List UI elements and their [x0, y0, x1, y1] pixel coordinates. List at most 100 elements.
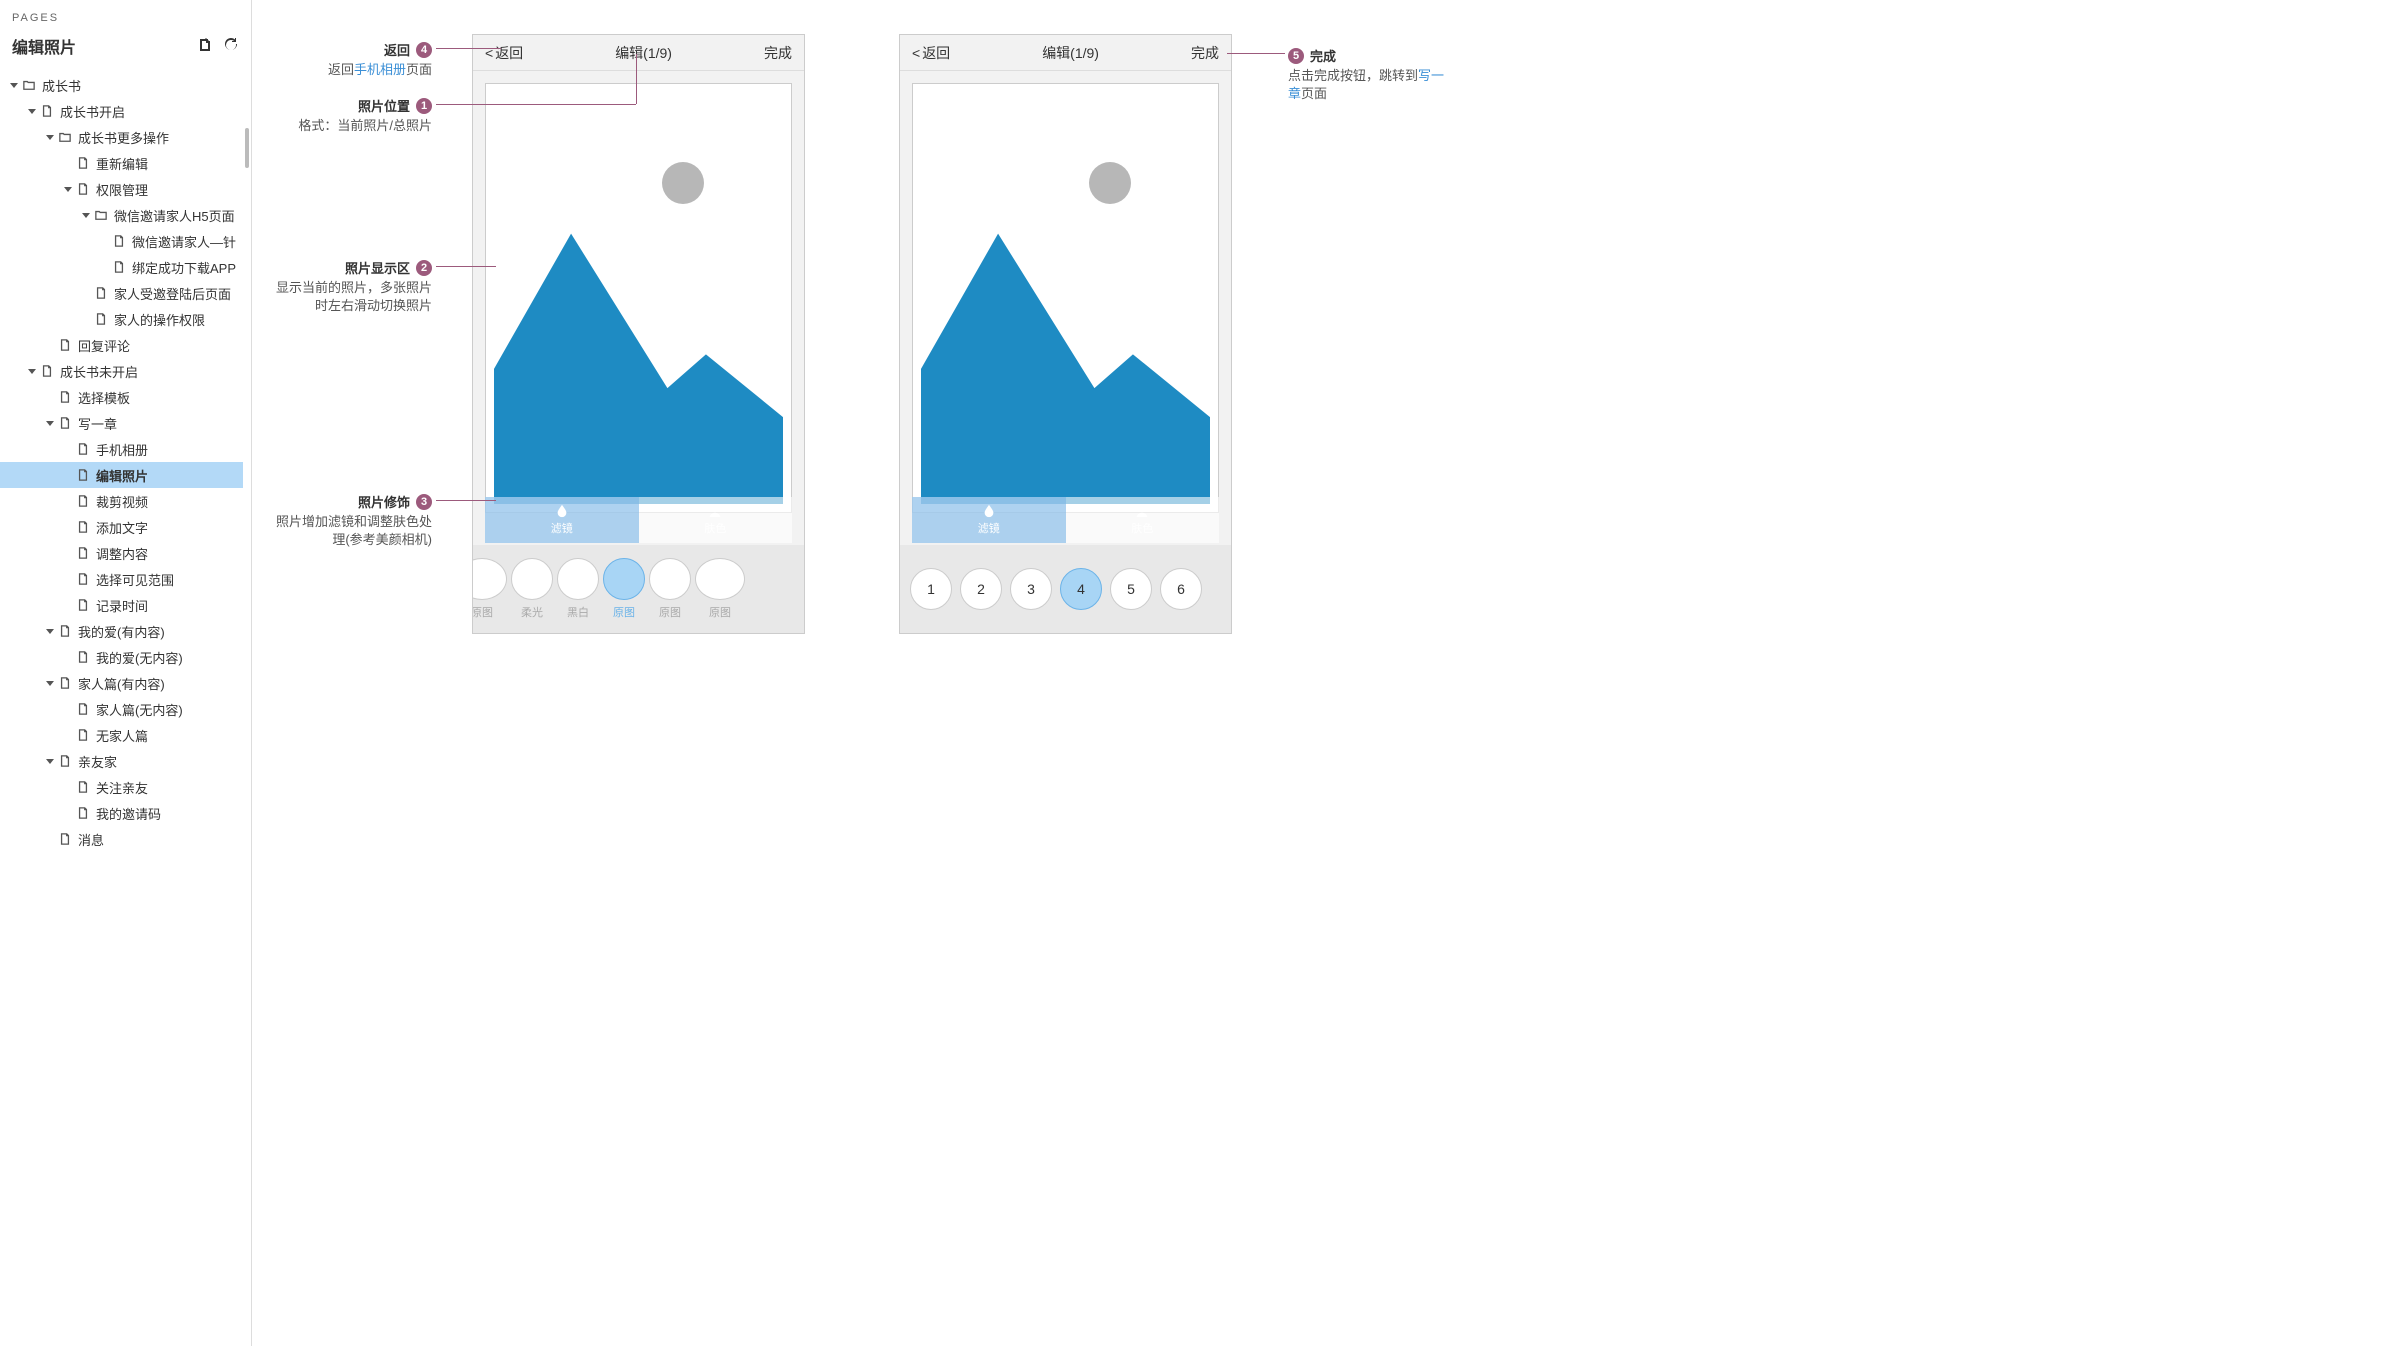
- tab-skin[interactable]: 肤色: [1066, 497, 1220, 543]
- page-icon: [76, 546, 90, 560]
- tree-item[interactable]: 消息: [0, 826, 243, 852]
- tree-item[interactable]: 成长书未开启: [0, 358, 243, 384]
- twisty-icon: [98, 235, 110, 247]
- twisty-icon[interactable]: [8, 79, 20, 91]
- page-icon: [58, 624, 72, 638]
- page-icon: [94, 312, 108, 326]
- skin-thumbnails[interactable]: 123456: [900, 545, 1231, 633]
- connector: [436, 500, 496, 501]
- twisty-icon[interactable]: [44, 417, 56, 429]
- annotation-title: 完成: [1310, 46, 1336, 65]
- tab-skin[interactable]: 肤色: [639, 497, 793, 543]
- tree-item[interactable]: 家人受邀登陆后页面: [0, 280, 243, 306]
- thumb-circle: 3: [1010, 568, 1052, 610]
- tree-item-label: 微信邀请家人H5页面: [114, 206, 235, 225]
- skin-thumb[interactable]: 1: [910, 568, 952, 610]
- back-button[interactable]: < 返回: [912, 43, 950, 63]
- twisty-icon[interactable]: [62, 183, 74, 195]
- done-button[interactable]: 完成: [1191, 43, 1219, 63]
- tree-item[interactable]: 家人的操作权限: [0, 306, 243, 332]
- page-icon: [58, 676, 72, 690]
- tree-item[interactable]: 我的爱(无内容): [0, 644, 243, 670]
- tree-item[interactable]: 我的邀请码: [0, 800, 243, 826]
- tab-filter[interactable]: 滤镜: [485, 497, 639, 543]
- share-icon[interactable]: [197, 37, 213, 56]
- filter-thumb[interactable]: 原图: [603, 558, 645, 620]
- filter-thumb[interactable]: 原图: [649, 558, 691, 620]
- tree-item[interactable]: 添加文字: [0, 514, 243, 540]
- thumb-circle: 4: [1060, 568, 1102, 610]
- skin-thumb[interactable]: 5: [1110, 568, 1152, 610]
- skin-thumb[interactable]: 4: [1060, 568, 1102, 610]
- tree-item-label: 家人受邀登陆后页面: [114, 284, 231, 303]
- skin-thumb[interactable]: 6: [1160, 568, 1202, 610]
- tree-item-label: 重新编辑: [96, 154, 148, 173]
- tree-item[interactable]: 家人篇(有内容): [0, 670, 243, 696]
- tree-item[interactable]: 重新编辑: [0, 150, 243, 176]
- photo-display-area[interactable]: [485, 83, 792, 513]
- page-icon: [76, 650, 90, 664]
- tree-item[interactable]: 微信邀请家人—针: [0, 228, 243, 254]
- tree-item[interactable]: 手机相册: [0, 436, 243, 462]
- twisty-icon: [62, 547, 74, 559]
- twisty-icon: [62, 521, 74, 533]
- tree-item[interactable]: 关注亲友: [0, 774, 243, 800]
- page-icon: [76, 598, 90, 612]
- twisty-icon[interactable]: [26, 365, 38, 377]
- skin-thumb[interactable]: 3: [1010, 568, 1052, 610]
- tab-skin-label: 肤色: [1131, 520, 1153, 536]
- page-tree[interactable]: 成长书成长书开启成长书更多操作重新编辑权限管理微信邀请家人H5页面微信邀请家人—…: [0, 68, 251, 1346]
- page-icon: [76, 468, 90, 482]
- twisty-icon[interactable]: [80, 209, 92, 221]
- back-button[interactable]: < 返回: [485, 43, 523, 63]
- tree-item[interactable]: 我的爱(有内容): [0, 618, 243, 644]
- tree-item[interactable]: 写一章: [0, 410, 243, 436]
- annotation-1: 照片位置1 格式：当前照片/总照片: [272, 96, 432, 135]
- filter-thumb[interactable]: 原图: [695, 558, 745, 620]
- canvas[interactable]: < 返回 编辑(1/9) 完成 滤镜 肤色 原图柔光黑白原图原图原图: [252, 0, 2394, 1346]
- twisty-icon: [62, 807, 74, 819]
- twisty-icon: [62, 599, 74, 611]
- twisty-icon[interactable]: [26, 105, 38, 117]
- tree-item[interactable]: 成长书开启: [0, 98, 243, 124]
- skin-thumb[interactable]: 2: [960, 568, 1002, 610]
- twisty-icon[interactable]: [44, 755, 56, 767]
- tree-item[interactable]: 选择模板: [0, 384, 243, 410]
- thumb-label: 黑白: [567, 604, 589, 620]
- tree-item[interactable]: 裁剪视频: [0, 488, 243, 514]
- tree-item[interactable]: 家人篇(无内容): [0, 696, 243, 722]
- twisty-icon[interactable]: [44, 131, 56, 143]
- tree-item[interactable]: 权限管理: [0, 176, 243, 202]
- filter-thumb[interactable]: 黑白: [557, 558, 599, 620]
- page-icon: [94, 286, 108, 300]
- tree-item[interactable]: 调整内容: [0, 540, 243, 566]
- tree-item[interactable]: 选择可见范围: [0, 566, 243, 592]
- annotation-2: 照片显示区2 显示当前的照片，多张照片时左右滑动切换照片: [262, 258, 432, 315]
- header-title: 编辑(1/9): [1042, 43, 1099, 63]
- tree-item[interactable]: 微信邀请家人H5页面: [0, 202, 243, 228]
- filter-thumb[interactable]: 原图: [473, 558, 507, 620]
- sidebar: PAGES 编辑照片 成长书成长书开启成长书更多操作重新编辑权限管理微信邀请家人…: [0, 0, 252, 1346]
- tab-filter-label: 滤镜: [551, 520, 573, 536]
- twisty-icon: [62, 729, 74, 741]
- thumb-circle: [557, 558, 599, 600]
- twisty-icon[interactable]: [44, 677, 56, 689]
- thumb-circle: [603, 558, 645, 600]
- twisty-icon[interactable]: [44, 625, 56, 637]
- tree-item[interactable]: 绑定成功下载APP: [0, 254, 243, 280]
- tree-item[interactable]: 编辑照片: [0, 462, 243, 488]
- tree-item[interactable]: 成长书更多操作: [0, 124, 243, 150]
- tab-filter[interactable]: 滤镜: [912, 497, 1066, 543]
- link-phone-album[interactable]: 手机相册: [354, 62, 406, 77]
- tree-item[interactable]: 回复评论: [0, 332, 243, 358]
- tree-item[interactable]: 亲友家: [0, 748, 243, 774]
- filter-thumb[interactable]: 柔光: [511, 558, 553, 620]
- refresh-icon[interactable]: [223, 37, 239, 56]
- tree-item[interactable]: 无家人篇: [0, 722, 243, 748]
- filter-thumbnails[interactable]: 原图柔光黑白原图原图原图: [473, 545, 804, 633]
- done-button[interactable]: 完成: [764, 43, 792, 63]
- tree-item-label: 消息: [78, 830, 104, 849]
- tree-item[interactable]: 记录时间: [0, 592, 243, 618]
- photo-display-area[interactable]: [912, 83, 1219, 513]
- tree-item[interactable]: 成长书: [0, 72, 243, 98]
